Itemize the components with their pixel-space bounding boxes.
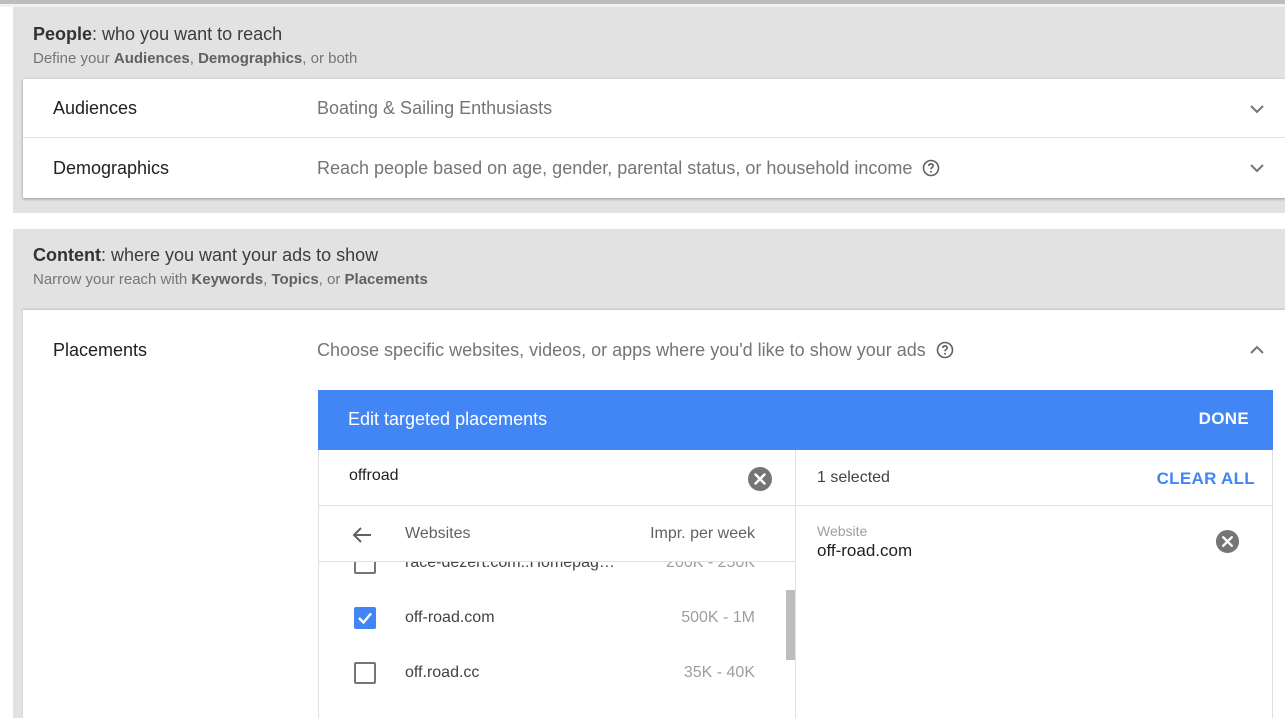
selected-pane: 1 selected CLEAR ALL Website off-road.co…	[796, 450, 1273, 718]
site-impressions: 200K - 250K	[666, 562, 755, 571]
site-name: race-dezert.com::Homepag…	[405, 562, 615, 571]
selected-item-value: off-road.com	[817, 541, 913, 560]
checkbox[interactable]	[354, 562, 376, 574]
selected-header: 1 selected CLEAR ALL	[796, 450, 1272, 506]
list-item[interactable]: off.road.cc 35K - 40K	[319, 645, 795, 700]
results-list: race-dezert.com::Homepag… 200K - 250K of…	[319, 562, 795, 718]
edit-placements-title: Edit targeted placements	[348, 409, 548, 429]
people-section-subtitle: Define your Audiences, Demographics, or …	[33, 50, 358, 67]
audiences-value: Boating & Sailing Enthusiasts	[317, 98, 553, 118]
edit-placements-header: Edit targeted placements DONE	[318, 390, 1273, 450]
search-row	[319, 450, 795, 506]
checkmark-icon	[358, 612, 372, 625]
selected-item-type: Website	[817, 523, 868, 539]
chevron-down-icon[interactable]	[1249, 160, 1265, 176]
people-card: Audiences Boating & Sailing Enthusiasts …	[23, 79, 1285, 198]
help-icon[interactable]	[936, 341, 954, 359]
search-input[interactable]	[349, 467, 729, 485]
checkbox-checked[interactable]	[354, 607, 376, 629]
websites-column-header: Websites	[405, 525, 471, 542]
demographics-row[interactable]: Demographics Reach people based on age, …	[23, 138, 1285, 197]
help-icon[interactable]	[922, 159, 940, 177]
done-button[interactable]: DONE	[1199, 409, 1249, 429]
site-impressions: 35K - 40K	[683, 664, 755, 681]
placements-row[interactable]: Placements Choose specific websites, vid…	[23, 310, 1285, 380]
chevron-down-icon[interactable]	[1249, 101, 1265, 117]
clear-all-button[interactable]: CLEAR ALL	[1157, 469, 1255, 489]
search-pane: Websites Impr. per week race-dezert.com:…	[319, 450, 796, 718]
demographics-label: Demographics	[53, 158, 170, 178]
list-item[interactable]: off-road.com 500K - 1M	[319, 590, 795, 645]
site-name: off.road.cc	[405, 664, 480, 681]
site-impressions: 500K - 1M	[681, 609, 755, 626]
content-section-title: Content: where you want your ads to show	[33, 245, 379, 265]
remove-selected-icon[interactable]	[1215, 529, 1240, 554]
list-header: Websites Impr. per week	[319, 506, 795, 562]
placements-label: Placements	[53, 340, 148, 360]
demographics-value: Reach people based on age, gender, paren…	[317, 158, 940, 179]
impressions-column-header: Impr. per week	[650, 525, 755, 542]
site-name: off-road.com	[405, 609, 495, 626]
back-arrow-icon[interactable]	[351, 524, 373, 546]
audiences-row[interactable]: Audiences Boating & Sailing Enthusiasts	[23, 79, 1285, 138]
checkbox[interactable]	[354, 662, 376, 684]
audiences-label: Audiences	[53, 98, 138, 118]
edit-placements-body: Websites Impr. per week race-dezert.com:…	[318, 450, 1273, 718]
clear-search-icon[interactable]	[747, 466, 773, 492]
scrollbar-thumb[interactable]	[786, 590, 795, 660]
people-section-title: People: who you want to reach	[33, 24, 283, 44]
chevron-up-icon[interactable]	[1249, 342, 1265, 358]
selected-count: 1 selected	[817, 469, 890, 486]
content-section-subtitle: Narrow your reach with Keywords, Topics,…	[33, 271, 428, 288]
list-item[interactable]: race-dezert.com::Homepag… 200K - 250K	[319, 562, 795, 590]
placements-value: Choose specific websites, videos, or app…	[317, 340, 954, 361]
